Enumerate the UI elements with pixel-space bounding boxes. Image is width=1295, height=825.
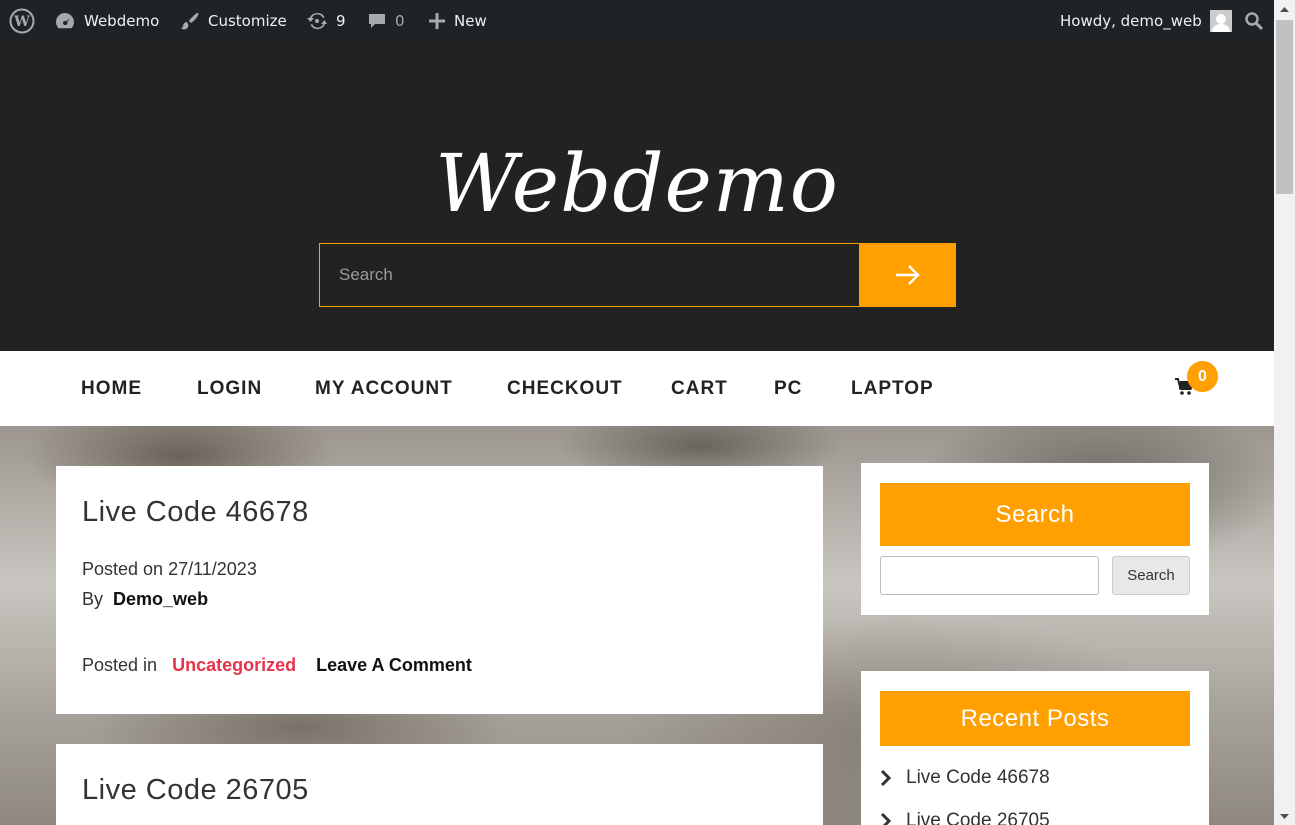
nav-item-cart[interactable]: CART	[671, 351, 728, 426]
scroll-down-icon[interactable]	[1274, 808, 1295, 825]
recent-post-item[interactable]: Live Code 46678	[880, 767, 1050, 789]
scroll-thumb[interactable]	[1276, 20, 1293, 194]
admin-bar: W Webdemo Customize 9 0 New Howdy, demo_…	[0, 0, 1274, 42]
post-date-value[interactable]: 27/11/2023	[168, 559, 257, 579]
nav-item-home[interactable]: HOME	[81, 351, 142, 426]
new-content-link[interactable]: New	[428, 0, 487, 42]
dashboard-icon	[56, 13, 74, 29]
sidebar-search-input[interactable]	[880, 556, 1099, 595]
new-label: New	[454, 12, 487, 30]
comment-icon	[369, 14, 385, 28]
scroll-up-icon[interactable]	[1274, 0, 1295, 17]
svg-text:W: W	[13, 14, 30, 30]
my-account-link[interactable]: Howdy, demo_web	[1060, 0, 1232, 42]
updates-link[interactable]: 9	[306, 0, 346, 42]
comments-count: 0	[395, 12, 405, 30]
admin-site-name: Webdemo	[84, 12, 160, 30]
site-title[interactable]: Webdemo	[0, 137, 1274, 230]
posted-on-label: Posted on	[82, 559, 164, 579]
user-avatar-icon	[1211, 14, 1230, 32]
search-widget: Search Search	[861, 463, 1209, 615]
recent-posts-heading: Recent Posts	[880, 691, 1190, 746]
nav-item-checkout[interactable]: CHECKOUT	[507, 351, 623, 426]
post-date: Posted on 27/11/2023	[82, 559, 257, 580]
post-card: Live Code 46678 Posted on 27/11/2023 By …	[56, 466, 823, 714]
plus-icon	[429, 13, 445, 29]
updates-icon	[307, 12, 327, 30]
comments-link[interactable]: 0	[367, 0, 405, 42]
post-author: By Demo_web	[82, 589, 208, 610]
post-footer: Posted in Uncategorized Leave A Comment	[82, 655, 472, 676]
post-title[interactable]: Live Code 46678	[82, 496, 309, 529]
post-title[interactable]: Live Code 26705	[82, 774, 309, 807]
avatar	[1209, 10, 1232, 32]
customize-label: Customize	[208, 12, 287, 30]
search-icon	[1245, 12, 1264, 31]
admin-site-link[interactable]: Webdemo	[54, 0, 159, 42]
leave-comment-link[interactable]: Leave A Comment	[316, 655, 472, 675]
site-header: Webdemo Search	[0, 42, 1274, 351]
recent-posts-widget: Recent Posts Live Code 46678 Live Code 2…	[861, 671, 1209, 825]
recent-post-link[interactable]: Live Code 26705	[906, 810, 1050, 825]
customize-link[interactable]: Customize	[180, 0, 287, 42]
recent-post-link[interactable]: Live Code 46678	[906, 767, 1050, 789]
nav-item-laptop[interactable]: LAPTOP	[851, 351, 934, 426]
chevron-right-icon	[880, 813, 892, 825]
category-link[interactable]: Uncategorized	[172, 655, 296, 675]
header-search-input[interactable]: Search	[319, 243, 860, 307]
nav-item-my-account[interactable]: MY ACCOUNT	[315, 351, 453, 426]
search-widget-heading: Search	[880, 483, 1190, 546]
main-navigation: HOME LOGIN MY ACCOUNT CHECKOUT CART PC L…	[0, 351, 1274, 426]
posted-in-label: Posted in	[82, 655, 158, 675]
cart-count-badge: 0	[1187, 361, 1218, 392]
nav-item-pc[interactable]: PC	[774, 351, 802, 426]
admin-search-button[interactable]	[1244, 0, 1264, 42]
page-scrollbar[interactable]	[1274, 0, 1295, 825]
post-card: Live Code 26705	[56, 744, 823, 825]
header-search-button[interactable]	[859, 243, 956, 307]
nav-item-login[interactable]: LOGIN	[197, 351, 262, 426]
sidebar-search-button[interactable]: Search	[1112, 556, 1190, 595]
by-label: By	[82, 589, 104, 609]
author-link[interactable]: Demo_web	[113, 589, 208, 609]
updates-count: 9	[336, 12, 346, 30]
arrow-right-icon	[895, 265, 920, 285]
chevron-right-icon	[880, 770, 892, 786]
recent-post-item[interactable]: Live Code 26705	[880, 810, 1050, 825]
wordpress-logo-icon[interactable]: W	[9, 0, 35, 42]
admin-greeting: Howdy, demo_web	[1060, 12, 1202, 30]
paintbrush-icon	[181, 12, 199, 30]
